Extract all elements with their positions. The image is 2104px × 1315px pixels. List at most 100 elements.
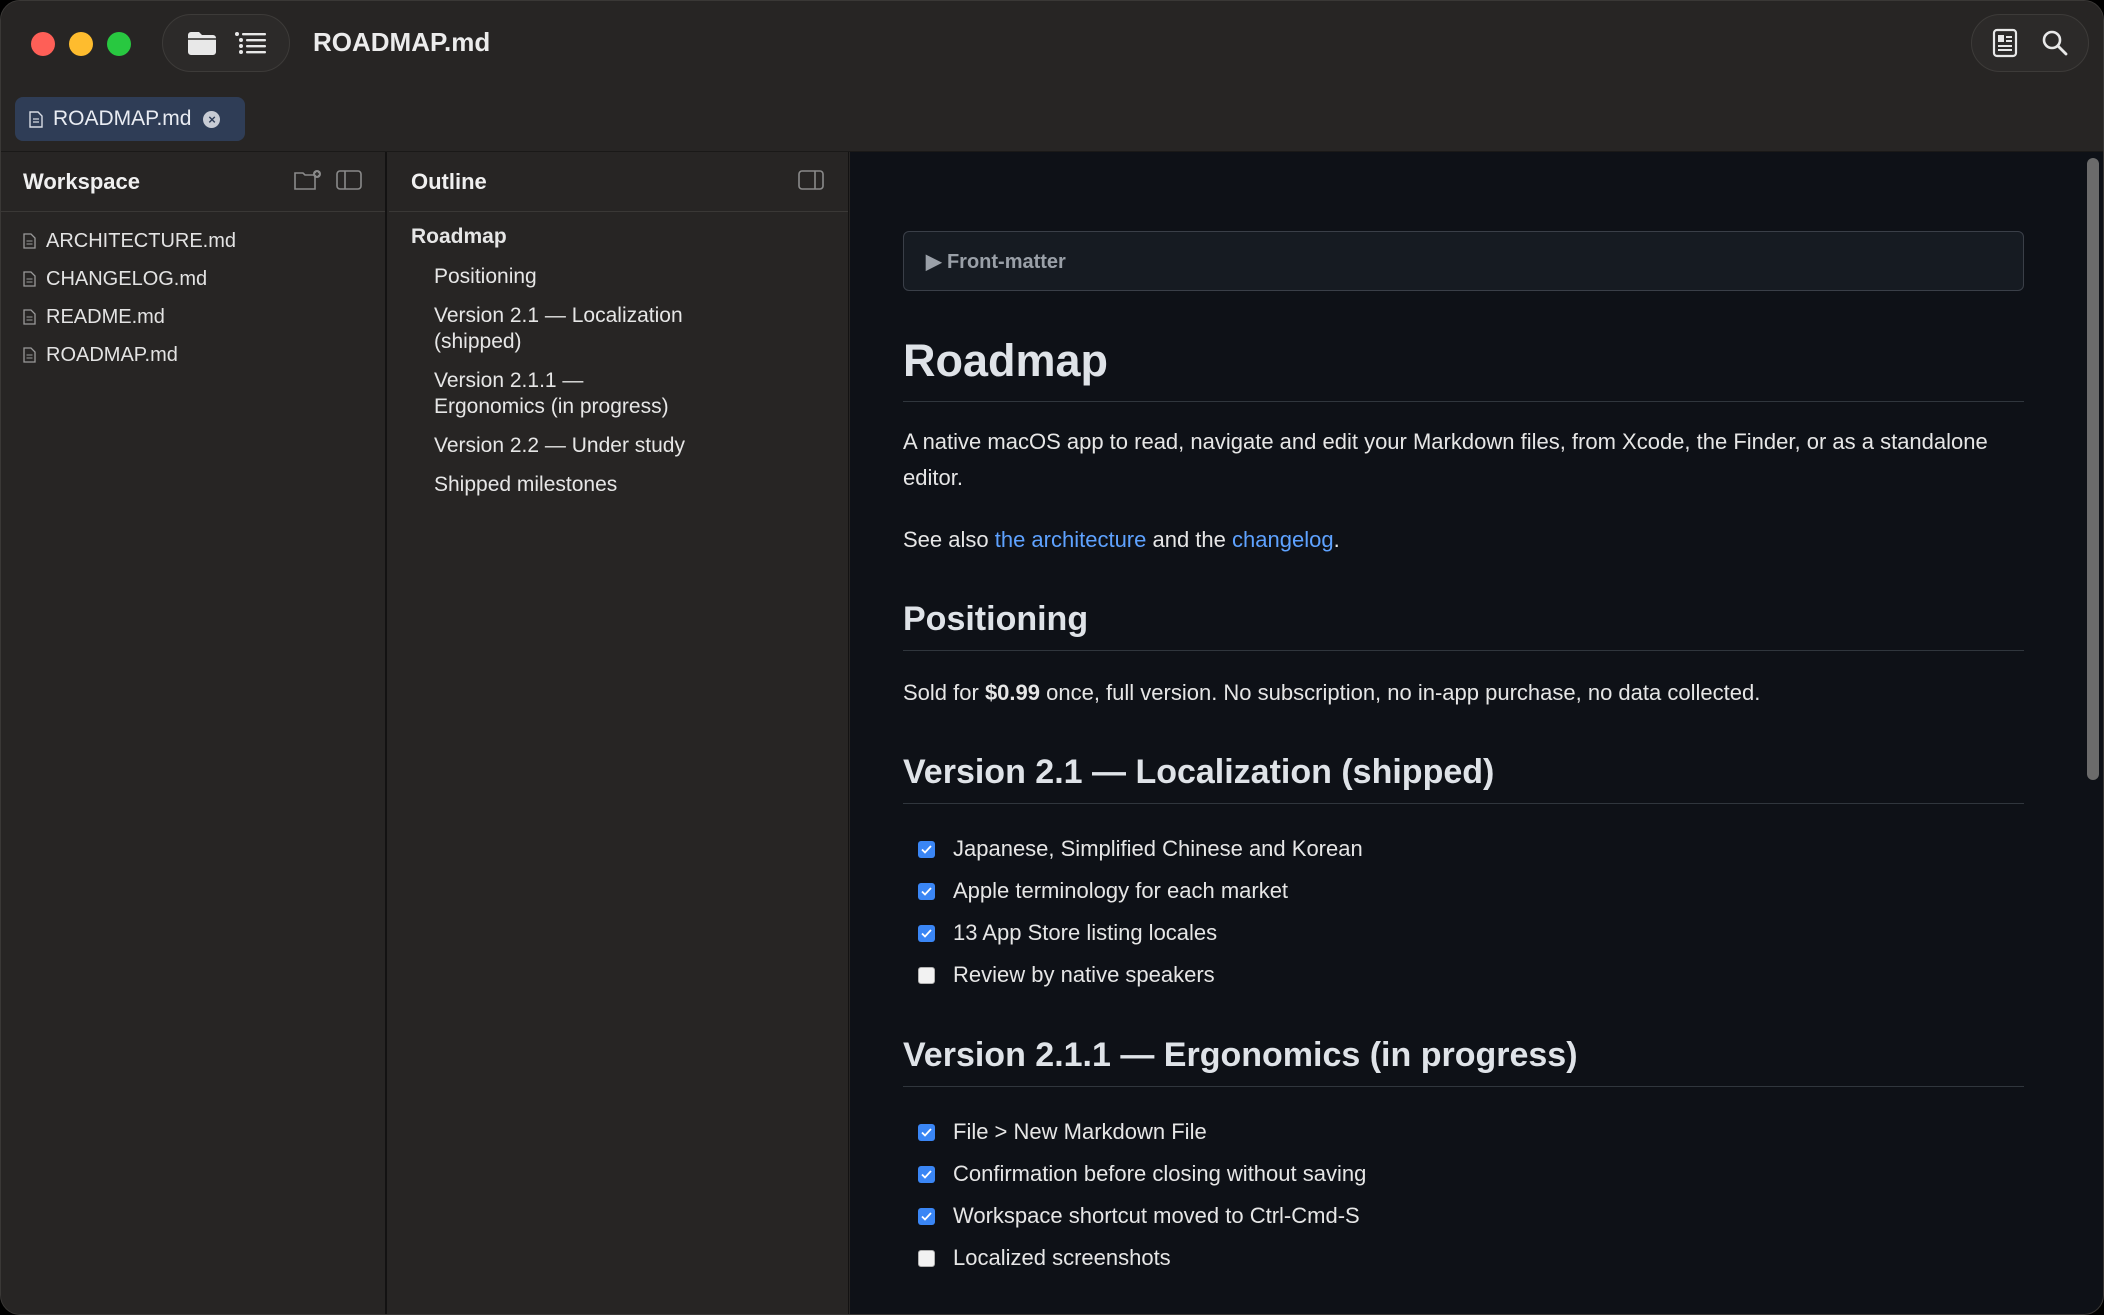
outline-header: Outline xyxy=(389,152,848,212)
file-label: CHANGELOG.md xyxy=(46,267,208,290)
file-label: ARCHITECTURE.md xyxy=(46,229,237,252)
outline-pane: Outline Roadmap Positioning Version 2.1 … xyxy=(389,152,849,1314)
task-label: File > New Markdown File xyxy=(953,1119,1207,1144)
checkmark-icon xyxy=(921,886,932,896)
task-item: Workspace shortcut moved to Ctrl-Cmd-S xyxy=(903,1195,2024,1237)
outline-item-v21[interactable]: Version 2.1 — Localization (shipped) xyxy=(389,303,769,355)
list-icon xyxy=(234,32,266,54)
checkbox-checked[interactable] xyxy=(918,1207,935,1225)
task-label: Apple terminology for each market xyxy=(953,878,1289,903)
checkmark-icon xyxy=(921,1211,932,1221)
checkmark-icon xyxy=(921,844,932,854)
search-button[interactable] xyxy=(2035,23,2075,63)
checkbox-checked[interactable] xyxy=(918,1165,935,1183)
outline-title: Outline xyxy=(411,168,487,194)
outline-item-shipped[interactable]: Shipped milestones xyxy=(389,472,769,498)
file-item-readme[interactable]: README.md xyxy=(1,298,385,336)
sidebar-toggle-icon[interactable] xyxy=(336,169,362,191)
task-item: Confirmation before closing without savi… xyxy=(903,1153,2024,1195)
file-label: ROADMAP.md xyxy=(46,343,178,366)
task-label: Review by native speakers xyxy=(953,962,1215,987)
outline-item-roadmap[interactable]: Roadmap xyxy=(389,224,848,250)
tab-close-icon[interactable]: × xyxy=(203,110,221,128)
checkmark-icon xyxy=(921,1169,932,1179)
checkbox-unchecked[interactable] xyxy=(918,966,935,984)
document-icon xyxy=(23,309,36,325)
file-item-roadmap[interactable]: ROADMAP.md xyxy=(1,336,385,374)
sidebar-right-toggle-icon[interactable] xyxy=(798,169,824,191)
task-list-v21: Japanese, Simplified Chinese and Korean … xyxy=(903,828,2024,996)
document-icon xyxy=(29,110,43,128)
doc-heading-v211: Version 2.1.1 — Ergonomics (in progress) xyxy=(903,1036,2024,1087)
changelog-link[interactable]: changelog xyxy=(1232,527,1334,552)
tab-roadmap[interactable]: ROADMAP.md × xyxy=(15,97,245,141)
positioning-suffix: once, full version. No subscription, no … xyxy=(1040,680,1761,705)
task-label: 13 App Store listing locales xyxy=(953,920,1218,945)
doc-intro: A native macOS app to read, navigate and… xyxy=(903,429,1988,490)
outline-toggle-button[interactable] xyxy=(231,23,271,63)
workspace-header: Workspace xyxy=(1,152,385,212)
outline-list: Roadmap Positioning Version 2.1 — Locali… xyxy=(389,212,848,498)
see-also-suffix: . xyxy=(1333,527,1340,552)
tab-label: ROADMAP.md xyxy=(53,107,192,130)
checkbox-unchecked[interactable] xyxy=(918,1249,935,1267)
task-item: File > New Markdown File xyxy=(903,1111,2024,1153)
document-icon xyxy=(23,347,36,363)
reader-mode-button[interactable] xyxy=(1985,23,2025,63)
new-folder-icon[interactable] xyxy=(294,169,322,191)
window-title: ROADMAP.md xyxy=(313,27,491,57)
zoom-window-button[interactable] xyxy=(107,32,131,56)
front-matter-toggle[interactable]: ▶ Front-matter xyxy=(903,231,2024,291)
architecture-link[interactable]: the architecture xyxy=(995,527,1147,552)
task-label: Confirmation before closing without savi… xyxy=(953,1161,1367,1186)
checkbox-checked[interactable] xyxy=(918,1123,935,1141)
file-label: README.md xyxy=(46,305,165,328)
task-item: 13 App Store listing locales xyxy=(903,912,2024,954)
task-label: Localized screenshots xyxy=(953,1245,1171,1270)
task-label: Japanese, Simplified Chinese and Korean xyxy=(953,836,1363,861)
checkbox-checked[interactable] xyxy=(918,924,935,942)
outline-item-v22[interactable]: Version 2.2 — Under study xyxy=(389,433,769,459)
file-item-architecture[interactable]: ARCHITECTURE.md xyxy=(1,222,385,260)
see-also-paragraph: See also the architecture and the change… xyxy=(903,522,2024,558)
document-icon xyxy=(23,271,36,287)
task-item: Japanese, Simplified Chinese and Korean xyxy=(903,828,2024,870)
see-also-middle: and the xyxy=(1146,527,1233,552)
tab-bar: ROADMAP.md × xyxy=(1,87,2103,152)
close-window-button[interactable] xyxy=(31,32,55,56)
doc-heading-v21: Version 2.1 — Localization (shipped) xyxy=(903,753,2024,804)
task-item: Apple terminology for each market xyxy=(903,870,2024,912)
markdown-preview[interactable]: ▶ Front-matter Roadmap A native macOS ap… xyxy=(850,152,2085,1314)
minimize-window-button[interactable] xyxy=(69,32,93,56)
file-list: ARCHITECTURE.md CHANGELOG.md README.md R… xyxy=(1,212,385,374)
doc-heading-positioning: Positioning xyxy=(903,600,2024,651)
outline-item-positioning[interactable]: Positioning xyxy=(389,264,769,290)
toolbar-right-group xyxy=(1971,14,2089,72)
checkbox-checked[interactable] xyxy=(918,882,935,900)
task-item: Localized screenshots xyxy=(903,1237,2024,1279)
folder-icon xyxy=(187,32,216,55)
vertical-scrollbar[interactable] xyxy=(2083,152,2103,1314)
document-reader-icon xyxy=(1992,28,2018,58)
task-item: Review by native speakers xyxy=(903,954,2024,996)
task-list-v211: File > New Markdown File Confirmation be… xyxy=(903,1111,2024,1279)
document-icon xyxy=(23,233,36,249)
task-label: Workspace shortcut moved to Ctrl-Cmd-S xyxy=(953,1203,1360,1228)
titlebar: ROADMAP.md xyxy=(1,1,2103,87)
file-item-changelog[interactable]: CHANGELOG.md xyxy=(1,260,385,298)
doc-heading-roadmap: Roadmap xyxy=(903,335,2024,402)
toolbar-left-group xyxy=(162,14,290,72)
document-body: ▶ Front-matter Roadmap A native macOS ap… xyxy=(903,152,2024,1279)
outline-item-v211[interactable]: Version 2.1.1 — Ergonomics (in progress) xyxy=(389,368,679,420)
search-icon xyxy=(2042,30,2068,56)
price: $0.99 xyxy=(984,680,1040,705)
folder-button[interactable] xyxy=(182,23,222,63)
scroll-thumb[interactable] xyxy=(2087,158,2099,780)
app-window: ROADMAP.md ROADMAP.md × Workspace ARCHIT… xyxy=(0,0,2104,1315)
checkmark-icon xyxy=(921,928,932,938)
workspace-pane: Workspace ARCHITECTURE.md CHANGELOG.md R… xyxy=(1,152,387,1314)
positioning-prefix: Sold for xyxy=(903,680,985,705)
checkbox-checked[interactable] xyxy=(918,840,935,858)
positioning-paragraph: Sold for $0.99 once, full version. No su… xyxy=(903,675,2024,711)
checkmark-icon xyxy=(921,1127,932,1137)
